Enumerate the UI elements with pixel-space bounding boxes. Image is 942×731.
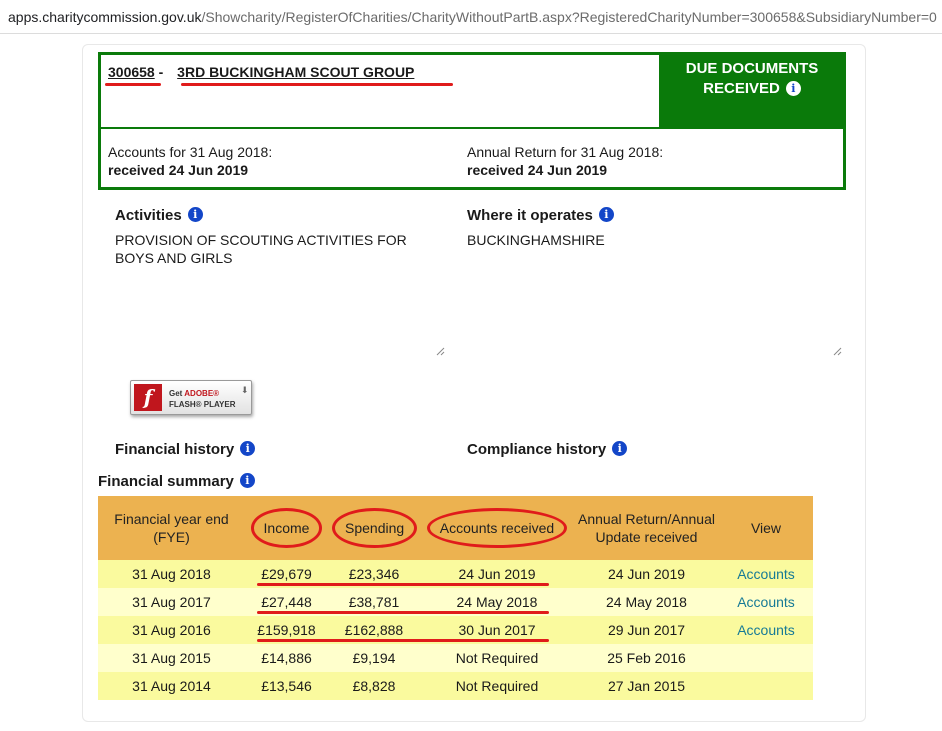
resize-handle-icon[interactable] [833, 347, 842, 356]
charity-title: 300658 - 3RD BUCKINGHAM SCOUT GROUP [108, 64, 414, 80]
cell-fye: 31 Aug 2016 [98, 616, 245, 644]
accounts-received: received 24 Jun 2019 [108, 162, 249, 178]
annotation-underline-row-2018 [257, 583, 549, 586]
table-row: 31 Aug 2014 £13,546 £8,828 Not Required … [98, 672, 813, 700]
compliance-history-label[interactable]: Compliance history [467, 441, 606, 458]
activities-text: PROVISION OF SCOUTING ACTIVITIES FOR BOY… [115, 232, 407, 266]
address-bar[interactable]: apps.charitycommission.gov.uk/Showcharit… [0, 0, 942, 34]
col-header-income: Income [245, 496, 328, 560]
table-row: 31 Aug 2015 £14,886 £9,194 Not Required … [98, 644, 813, 672]
annotation-underline-name [181, 83, 453, 86]
financial-history-heading: Financial history i [115, 441, 256, 458]
annotation-underline-row-2016 [257, 639, 549, 642]
cell-fye: 31 Aug 2014 [98, 672, 245, 700]
url-domain: apps.charitycommission.gov.uk [8, 9, 202, 25]
activities-heading-label: Activities [115, 207, 182, 224]
charity-name-area: 300658 - 3RD BUCKINGHAM SCOUT GROUP [101, 55, 661, 129]
activities-heading: Activities i [115, 207, 203, 224]
resize-handle-icon[interactable] [436, 347, 445, 356]
cell-accounts-received: Not Required [420, 644, 574, 672]
annual-return-received: received 24 Jun 2019 [467, 162, 608, 178]
annual-return-label: Annual Return for 31 Aug 2018: [467, 144, 664, 160]
info-icon[interactable]: i [612, 441, 628, 456]
table-header-row: Financial year end (FYE) Income Spending… [98, 496, 813, 560]
col-header-annual-return: Annual Return/Annual Update received [574, 496, 719, 560]
status-panel: DUE DOCUMENTS RECEIVED i [661, 55, 843, 129]
status-line-1: DUE DOCUMENTS [685, 60, 819, 77]
cell-view: Accounts [719, 616, 813, 644]
cell-spending: £9,194 [328, 644, 420, 672]
accounts-label: Accounts for 31 Aug 2018: [108, 144, 273, 160]
charity-name: 3RD BUCKINGHAM SCOUT GROUP [177, 64, 415, 80]
financial-summary-table: Financial year end (FYE) Income Spending… [98, 496, 813, 700]
flash-player-icon: f [134, 384, 162, 411]
annotation-underline-row-2017 [257, 611, 549, 614]
col-header-spending: Spending [328, 496, 420, 560]
cell-annual-return: 24 May 2018 [574, 588, 719, 616]
charity-number: 300658 [108, 64, 155, 80]
flash-adobe-label: ADOBE® [184, 389, 220, 398]
cell-income: £13,546 [245, 672, 328, 700]
annual-return-status: Annual Return for 31 Aug 2018: received … [467, 143, 663, 179]
accounts-link[interactable]: Accounts [737, 622, 795, 638]
info-icon[interactable]: i [187, 207, 203, 222]
cell-fye: 31 Aug 2015 [98, 644, 245, 672]
status-box: 300658 - 3RD BUCKINGHAM SCOUT GROUP DUE … [98, 52, 846, 190]
info-icon[interactable]: i [785, 81, 801, 96]
accounts-status: Accounts for 31 Aug 2018: received 24 Ju… [108, 143, 272, 179]
get-flash-player-button[interactable]: f Get ADOBE® FLASH® PLAYER ⬇ [130, 380, 252, 415]
info-icon[interactable]: i [240, 441, 256, 456]
title-separator: - [154, 64, 168, 80]
where-operates-text: BUCKINGHAMSHIRE [467, 232, 605, 248]
col-header-accounts-received: Accounts received [420, 496, 574, 560]
cell-fye: 31 Aug 2018 [98, 560, 245, 588]
accounts-link[interactable]: Accounts [737, 594, 795, 610]
status-line-2: RECEIVED [703, 80, 780, 97]
cell-view: Accounts [719, 588, 813, 616]
cell-income: £14,886 [245, 644, 328, 672]
cell-view [719, 672, 813, 700]
cell-accounts-received: Not Required [420, 672, 574, 700]
cell-annual-return: 25 Feb 2016 [574, 644, 719, 672]
info-icon[interactable]: i [239, 473, 255, 488]
cell-view: Accounts [719, 560, 813, 588]
where-operates-heading: Where it operates i [467, 207, 614, 224]
url-path: /Showcharity/RegisterOfCharities/Charity… [201, 9, 937, 25]
compliance-history-heading: Compliance history i [467, 441, 628, 458]
download-arrow-icon: ⬇ [241, 385, 249, 395]
annotation-circle-income: Income [250, 508, 323, 548]
cell-annual-return: 27 Jan 2015 [574, 672, 719, 700]
cell-spending: £8,828 [328, 672, 420, 700]
financial-history-label[interactable]: Financial history [115, 441, 234, 458]
accounts-link[interactable]: Accounts [737, 566, 795, 582]
where-operates-heading-label: Where it operates [467, 207, 593, 224]
financial-summary-heading: Financial summary i [98, 473, 255, 490]
annotation-underline-number [105, 83, 161, 86]
cell-view [719, 644, 813, 672]
col-header-view: View [719, 496, 813, 560]
financial-summary-label: Financial summary [98, 473, 234, 490]
cell-annual-return: 29 Jun 2017 [574, 616, 719, 644]
flash-get-adobe: Get ADOBE® [169, 389, 219, 398]
info-icon[interactable]: i [598, 207, 614, 222]
flash-player-label: FLASH® PLAYER [169, 400, 236, 409]
annotation-circle-spending: Spending [332, 508, 418, 548]
cell-fye: 31 Aug 2017 [98, 588, 245, 616]
col-header-fye: Financial year end (FYE) [98, 496, 245, 560]
cell-annual-return: 24 Jun 2019 [574, 560, 719, 588]
flash-get-label: Get [169, 389, 185, 398]
annotation-circle-accounts-received: Accounts received [426, 508, 568, 548]
